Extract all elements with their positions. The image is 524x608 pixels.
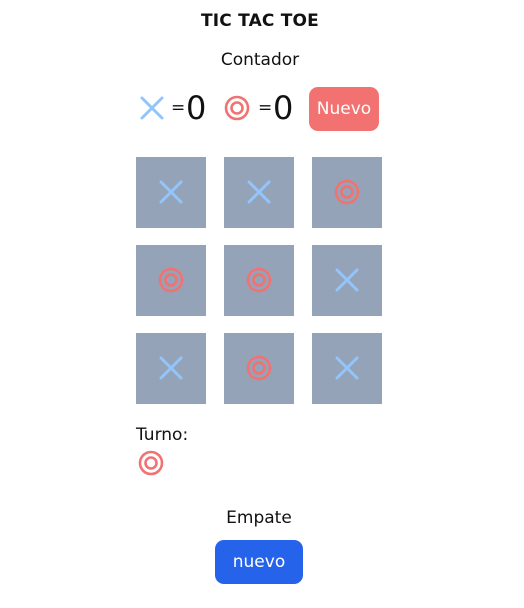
o-ring-icon [334,179,360,205]
x-icon [335,268,359,292]
board-cell-3-3[interactable] [312,333,382,404]
board-cell-1-1[interactable] [136,157,206,228]
turn-o-icon [138,450,164,476]
game-status: Empate [226,508,292,528]
o-ring-icon [246,355,272,381]
game-board [136,157,382,404]
score-row: = 0 = 0 Nuevo [0,87,520,131]
reset-button[interactable]: nuevo [215,540,303,584]
tic-tac-toe-page: TIC TAC TOE Contador = 0 = 0 Nuevo Turno… [0,0,524,608]
o-score: 0 [273,89,294,127]
counter-label: Contador [220,50,300,70]
new-game-button[interactable]: Nuevo [309,87,379,131]
x-icon [159,356,183,380]
x-score-equals: = [171,98,186,118]
x-icon [335,356,359,380]
board-cell-1-3[interactable] [312,157,382,228]
board-cell-2-1[interactable] [136,245,206,316]
x-score: 0 [186,89,207,127]
turn-label: Turno: [136,425,189,445]
o-ring-icon [246,267,272,293]
x-icon [247,180,271,204]
o-ring-icon [158,267,184,293]
board-cell-1-2[interactable] [224,157,294,228]
o-score-equals: = [258,98,273,118]
x-icon [140,96,164,120]
x-icon [159,180,183,204]
board-cell-2-2[interactable] [224,245,294,316]
o-ring-icon [224,95,250,121]
board-cell-3-2[interactable] [224,333,294,404]
board-cell-2-3[interactable] [312,245,382,316]
board-cell-3-1[interactable] [136,333,206,404]
page-title: TIC TAC TOE [200,11,319,31]
